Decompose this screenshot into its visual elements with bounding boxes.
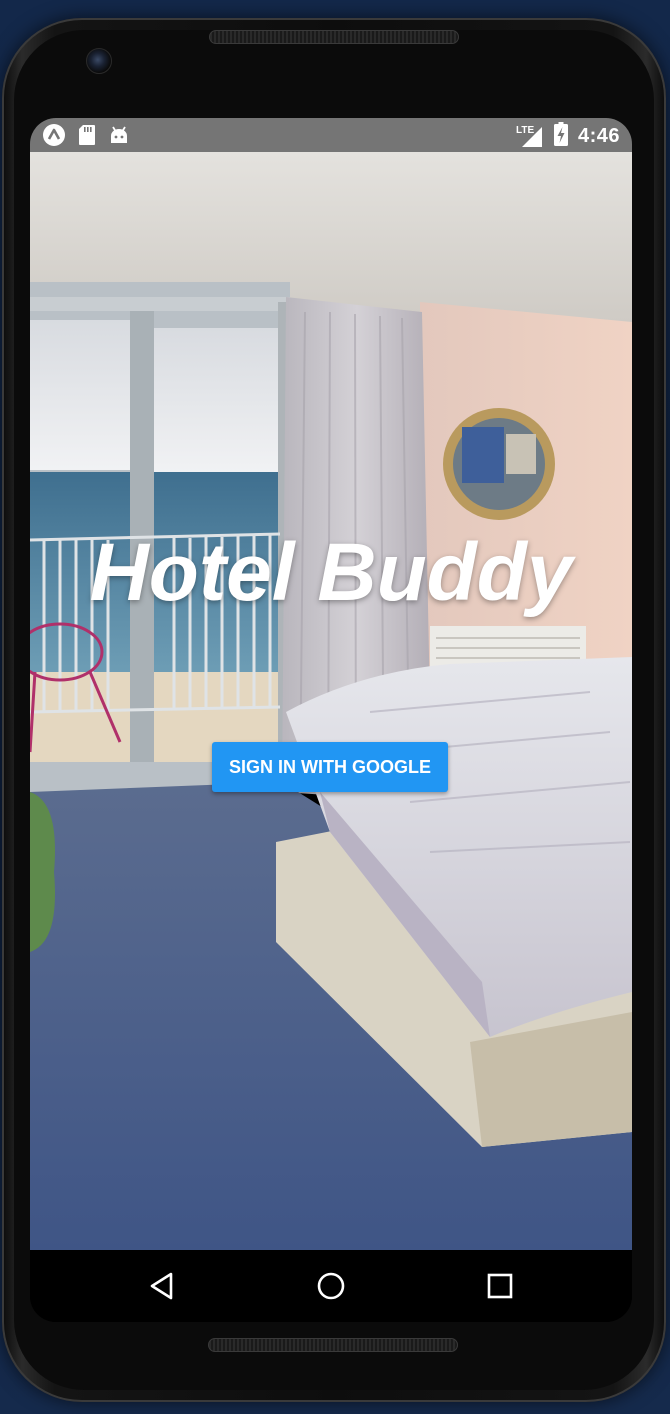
status-bar-right: LTE 4:46 — [516, 122, 620, 151]
recents-icon[interactable] — [480, 1268, 520, 1304]
battery-charging-icon — [553, 122, 568, 151]
google-signin-button[interactable]: SIGN IN WITH GOOGLE — [212, 742, 448, 792]
navigation-bar — [30, 1250, 632, 1322]
earpiece-speaker — [209, 30, 459, 44]
status-time: 4:46 — [577, 125, 620, 147]
home-icon[interactable] — [311, 1268, 351, 1304]
app-icon — [42, 123, 66, 152]
status-bar-left — [42, 123, 130, 152]
bottom-speaker — [208, 1338, 458, 1352]
screen: LTE 4:46 Hotel Buddy SIGN IN WITH GOOGLE — [30, 118, 632, 1322]
front-camera — [86, 48, 112, 74]
signal-icon: LTE — [516, 125, 544, 149]
back-icon[interactable] — [142, 1268, 182, 1304]
hotel-room-background — [30, 152, 632, 1250]
android-icon — [108, 125, 130, 150]
app-title: Hotel Buddy — [89, 527, 573, 618]
status-bar: LTE 4:46 — [30, 118, 632, 152]
sd-card-icon — [78, 124, 96, 151]
